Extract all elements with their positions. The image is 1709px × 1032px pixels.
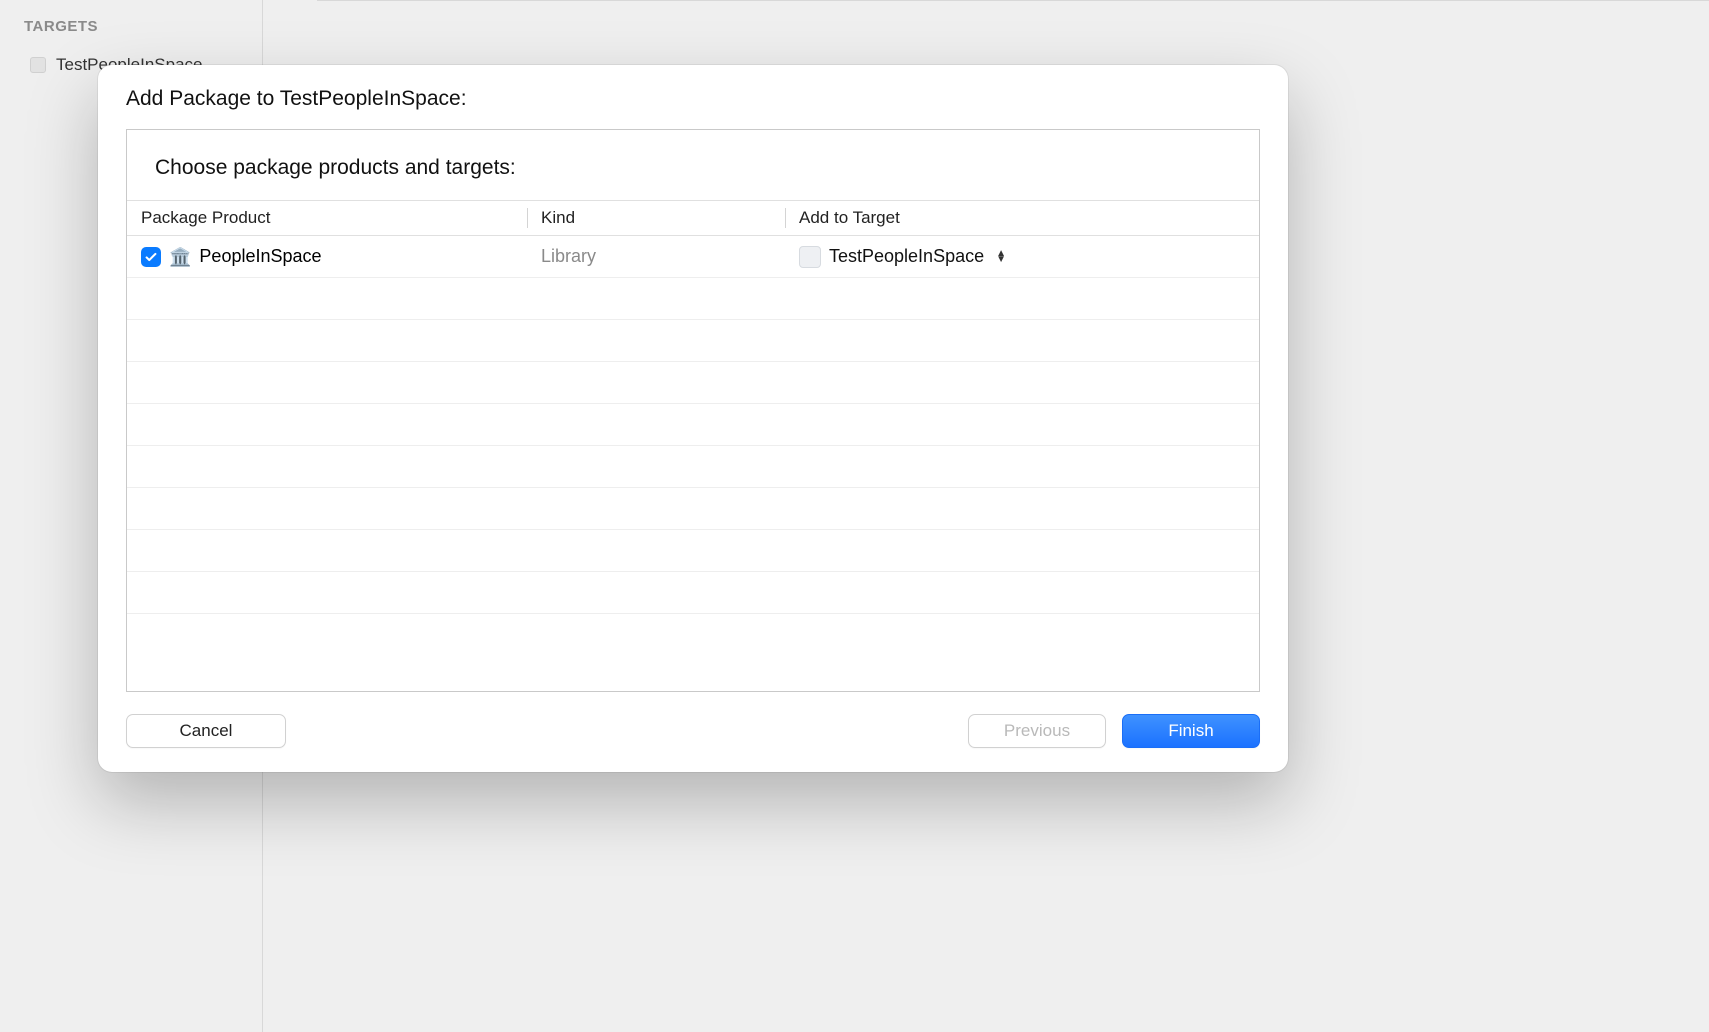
cell-product: 🏛️ PeopleInSpace (127, 236, 527, 277)
content-divider (317, 0, 1709, 1)
table-row (127, 446, 1259, 488)
sheet-footer: Cancel Previous Finish (98, 692, 1288, 772)
sheet-body: Choose package products and targets: Pac… (126, 129, 1260, 692)
cancel-button[interactable]: Cancel (126, 714, 286, 748)
target-app-icon (799, 246, 821, 268)
table-header: Package Product Kind Add to Target (127, 200, 1259, 236)
table-row (127, 488, 1259, 530)
finish-button[interactable]: Finish (1122, 714, 1260, 748)
app-icon (30, 57, 46, 73)
product-checkbox[interactable] (141, 247, 161, 267)
product-name: PeopleInSpace (199, 246, 321, 267)
table-row (127, 320, 1259, 362)
column-header-kind[interactable]: Kind (527, 201, 785, 235)
table-row (127, 404, 1259, 446)
sidebar-section-title: TARGETS (0, 18, 262, 49)
table-row[interactable]: 🏛️ PeopleInSpace Library TestPeopleInSpa… (127, 236, 1259, 278)
table-row (127, 362, 1259, 404)
add-package-sheet: Add Package to TestPeopleInSpace: Choose… (98, 65, 1288, 772)
products-table: Package Product Kind Add to Target 🏛️ Pe… (127, 200, 1259, 691)
column-header-product[interactable]: Package Product (127, 201, 527, 235)
table-row (127, 278, 1259, 320)
cell-kind: Library (527, 236, 785, 277)
previous-button[interactable]: Previous (968, 714, 1106, 748)
table-row (127, 530, 1259, 572)
check-icon (144, 250, 158, 264)
table-row (127, 572, 1259, 614)
table-body: 🏛️ PeopleInSpace Library TestPeopleInSpa… (127, 236, 1259, 691)
column-header-target[interactable]: Add to Target (785, 201, 1259, 235)
library-icon: 🏛️ (169, 248, 191, 266)
cell-target[interactable]: TestPeopleInSpace ▲▼ (785, 236, 1259, 277)
target-name: TestPeopleInSpace (829, 246, 984, 267)
sheet-title: Add Package to TestPeopleInSpace: (98, 65, 1288, 129)
sheet-subtitle: Choose package products and targets: (127, 130, 1259, 200)
target-select-stepper-icon[interactable]: ▲▼ (996, 251, 1006, 263)
